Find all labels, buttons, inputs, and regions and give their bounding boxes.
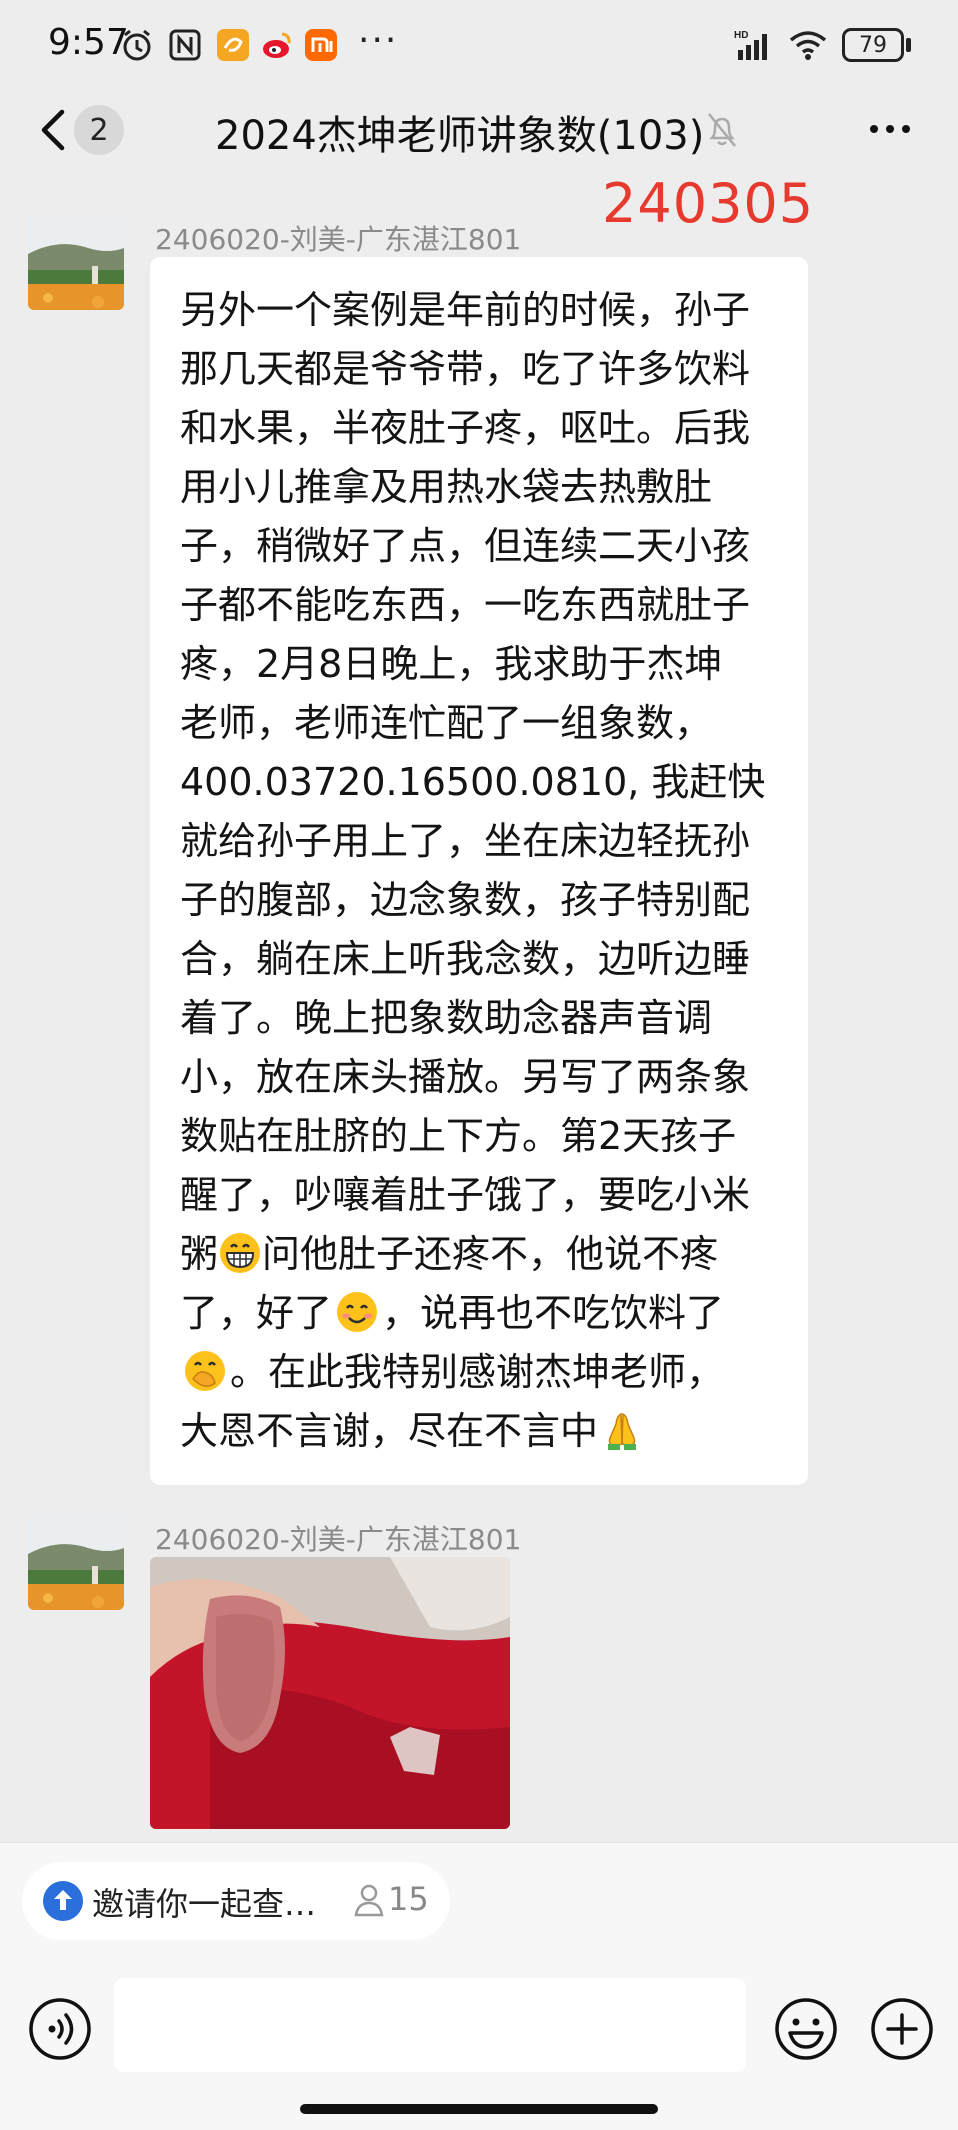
back-chevron-icon[interactable]: [36, 108, 68, 152]
sender-name: 2406020-刘美-广东湛江801: [155, 223, 522, 256]
message-line: 老师，老师连忙配了一组象数，: [180, 701, 713, 745]
battery-tip: [906, 38, 911, 52]
message-line: 合，躺在床上听我念数，边听边睡: [180, 937, 751, 981]
message-line: 用小儿推拿及用热水袋去热敷肚: [180, 465, 713, 509]
message-line: 醒了，吵嚷着肚子饿了，要吃小米: [180, 1173, 751, 1217]
message-line: 400.03720.16500.0810, 我赶快: [180, 760, 766, 804]
message-text-fragment: 了，好了: [180, 1291, 333, 1335]
sender-name: 2406020-刘美-广东湛江801: [155, 1523, 522, 1556]
sender-avatar[interactable]: [28, 1514, 124, 1610]
invite-text: 邀请你一起查…: [92, 1885, 317, 1923]
message-line: 那几天都是爷爷带，吃了许多饮料: [180, 347, 751, 391]
wifi-icon: [789, 31, 827, 60]
emoji-picker-icon[interactable]: [774, 1997, 838, 2061]
message-line: 就给孙子用上了，坐在床边轻抚孙: [180, 819, 751, 863]
message-text-fragment: ，说再也不吃饮料了: [382, 1291, 725, 1335]
message-line-with-emoji: 粥 问他肚子还疼不，他说不疼: [180, 1229, 718, 1279]
message-input[interactable]: [114, 1978, 746, 2072]
message-text-fragment: 问他肚子还疼不，他说不疼: [262, 1232, 719, 1276]
message-text-fragment: 粥: [180, 1232, 219, 1276]
message-line-with-emoji: 。在此我特别感谢杰坤老师，: [180, 1347, 724, 1397]
tongue-photo[interactable]: [150, 1557, 510, 1829]
signal-icon: HD: [734, 30, 767, 60]
invite-count: 15: [388, 1880, 429, 1918]
battery-level: 79: [859, 32, 887, 58]
message-line: 小，放在床头播放。另写了两条象: [180, 1055, 751, 1099]
message-line: 和水果，半夜肚子疼，呕吐。后我: [180, 406, 751, 450]
message-line: 另外一个案例是年前的时候，孙子: [180, 288, 751, 332]
app-notification-icon: [217, 29, 249, 61]
add-more-icon[interactable]: [870, 1997, 934, 2061]
message-text-fragment: 。在此我特别感谢杰坤老师，: [230, 1350, 725, 1394]
message-line: 子的腹部，边念象数，孩子特别配: [180, 878, 751, 922]
face-with-hand-over-mouth-emoji-icon: [185, 1351, 225, 1391]
more-options-icon[interactable]: [866, 112, 914, 146]
message-line-with-emoji: 了，好了 ，说再也不吃饮料了: [180, 1288, 724, 1338]
sender-avatar[interactable]: [28, 214, 124, 310]
message-line: 着了。晚上把象数助念器声音调: [180, 996, 713, 1040]
person-icon: [354, 1884, 384, 1917]
svg-text:HD: HD: [734, 30, 748, 41]
message-line: 子都不能吃东西，一吃东西就肚子: [180, 583, 751, 627]
share-arrow-icon: [43, 1881, 83, 1921]
message-text-fragment: 大恩不言谢，尽在不言中: [180, 1409, 599, 1453]
message-line: 数贴在肚脐的上下方。第2天孩子: [180, 1114, 737, 1158]
nfc-icon: [169, 29, 201, 61]
folded-hands-emoji-icon: [608, 1412, 637, 1450]
date-stamp: 240305: [602, 172, 815, 235]
message-line: 疼，2月8日晚上，我求助于杰坤: [180, 642, 723, 686]
unread-count-badge[interactable]: 2: [74, 105, 124, 155]
battery-indicator: 79: [842, 28, 904, 62]
mute-bell-icon: [708, 113, 736, 147]
weibo-icon: [263, 32, 291, 58]
chat-title: 2024杰坤老师讲象数(103): [215, 113, 705, 159]
alarm-icon: [123, 29, 151, 61]
message-line-with-emoji: 大恩不言谢，尽在不言中: [180, 1406, 646, 1456]
status-time: 9:57: [48, 22, 129, 63]
smiling-face-emoji-icon: [337, 1292, 378, 1332]
home-indicator[interactable]: [300, 2104, 658, 2114]
message-line: 子，稍微好了点，但连续二天小孩: [180, 524, 751, 568]
mi-icon: [305, 29, 337, 61]
voice-input-icon[interactable]: [28, 1997, 92, 2061]
grinning-face-emoji-icon: [220, 1233, 261, 1273]
status-more-dots: ···: [358, 20, 399, 61]
